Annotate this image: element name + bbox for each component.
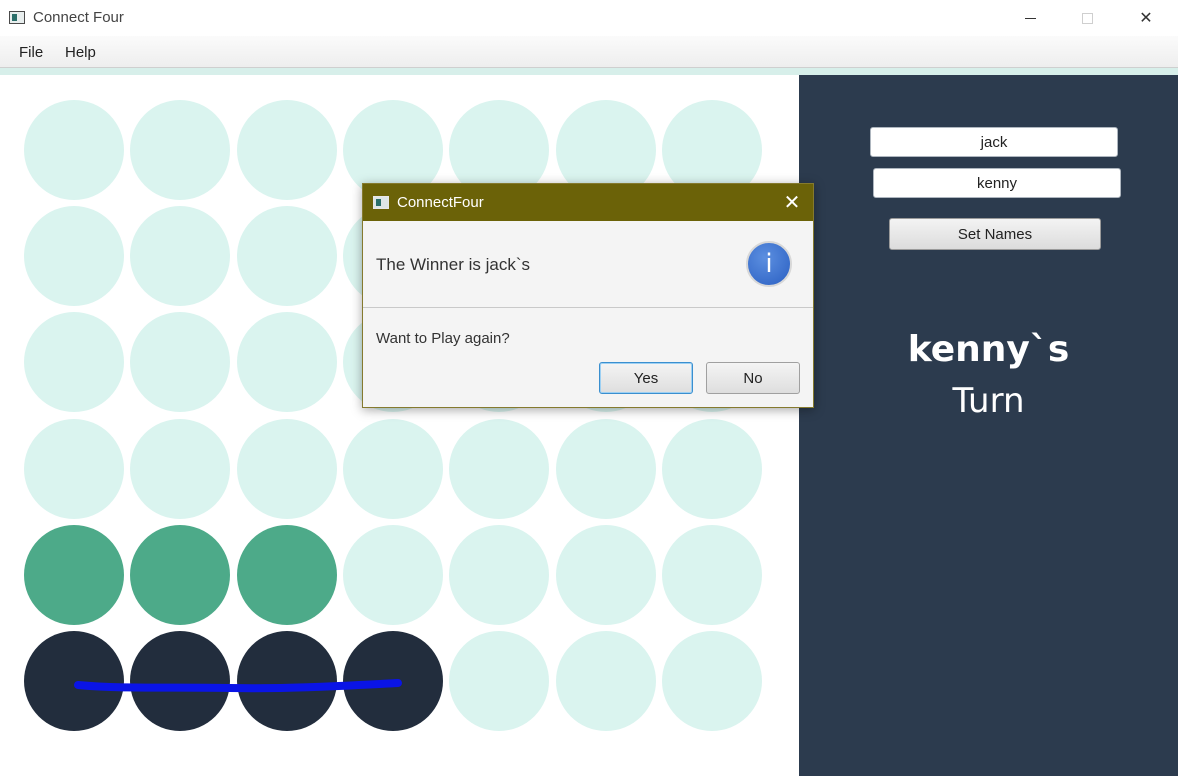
board-cell[interactable] <box>236 418 337 519</box>
menu-bar: File Help <box>0 36 1178 68</box>
player2-name-input[interactable] <box>873 168 1121 198</box>
current-player-name: kenny`s <box>907 329 1070 370</box>
board-cell[interactable] <box>130 524 231 625</box>
board-cell[interactable] <box>24 524 124 625</box>
board-cell[interactable] <box>236 631 337 731</box>
board-cell[interactable] <box>24 206 124 307</box>
board-cell[interactable] <box>661 524 762 625</box>
board-cell[interactable] <box>449 524 550 625</box>
maximize-button[interactable] <box>1064 4 1110 32</box>
dialog-app-icon <box>373 196 389 209</box>
window-titlebar: Connect Four ✕ <box>0 0 1178 36</box>
board-cell[interactable] <box>555 418 656 519</box>
game-board[interactable] <box>0 75 799 776</box>
dialog-titlebar: ConnectFour ✕ <box>363 184 813 221</box>
board-cell[interactable] <box>661 418 762 519</box>
close-icon: ✕ <box>783 192 801 214</box>
maximize-icon <box>1081 12 1093 24</box>
app-icon <box>9 11 25 24</box>
winner-dialog: ConnectFour ✕ The Winner is jack`s i Wan… <box>362 183 814 408</box>
board-cell[interactable] <box>130 206 231 307</box>
board-cell[interactable] <box>555 631 656 731</box>
board-cell[interactable] <box>24 100 124 200</box>
side-panel: Set Names kenny`s Turn <box>799 75 1178 776</box>
close-icon: ✕ <box>1139 10 1153 27</box>
board-cell[interactable] <box>342 524 443 625</box>
board-cell[interactable] <box>24 631 124 731</box>
board-cell[interactable] <box>555 524 656 625</box>
dialog-content: Want to Play again? <box>376 330 510 347</box>
board-cell[interactable] <box>130 418 231 519</box>
dialog-headline: The Winner is jack`s <box>376 255 530 274</box>
board-cell[interactable] <box>342 631 443 731</box>
board-cell[interactable] <box>130 100 231 200</box>
board-cell[interactable] <box>449 631 550 731</box>
accent-strip <box>0 68 1178 75</box>
set-names-button[interactable]: Set Names <box>889 218 1101 250</box>
board-cell[interactable] <box>661 631 762 731</box>
board-cell[interactable] <box>130 312 231 413</box>
no-button[interactable]: No <box>706 362 800 394</box>
menu-file[interactable]: File <box>19 44 43 61</box>
player1-name-input[interactable] <box>870 127 1118 157</box>
dialog-title: ConnectFour <box>397 194 484 211</box>
board-cell[interactable] <box>236 206 337 307</box>
board-cell[interactable] <box>24 312 124 413</box>
board-cell[interactable] <box>236 524 337 625</box>
board-cell[interactable] <box>236 312 337 413</box>
dialog-close-button[interactable]: ✕ <box>777 190 807 216</box>
yes-button[interactable]: Yes <box>599 362 693 394</box>
board-cell[interactable] <box>236 100 337 200</box>
minimize-icon <box>1024 17 1036 19</box>
menu-help[interactable]: Help <box>65 44 96 61</box>
board-cell[interactable] <box>24 418 124 519</box>
board-cell[interactable] <box>130 631 231 731</box>
board-cell[interactable] <box>342 418 443 519</box>
turn-label: Turn <box>952 381 1025 421</box>
board-cell[interactable] <box>449 418 550 519</box>
window-title: Connect Four <box>33 9 124 26</box>
info-icon: i <box>746 241 792 287</box>
minimize-button[interactable] <box>1007 4 1053 32</box>
close-window-button[interactable]: ✕ <box>1123 4 1169 32</box>
dialog-header: The Winner is jack`s i <box>363 221 813 308</box>
